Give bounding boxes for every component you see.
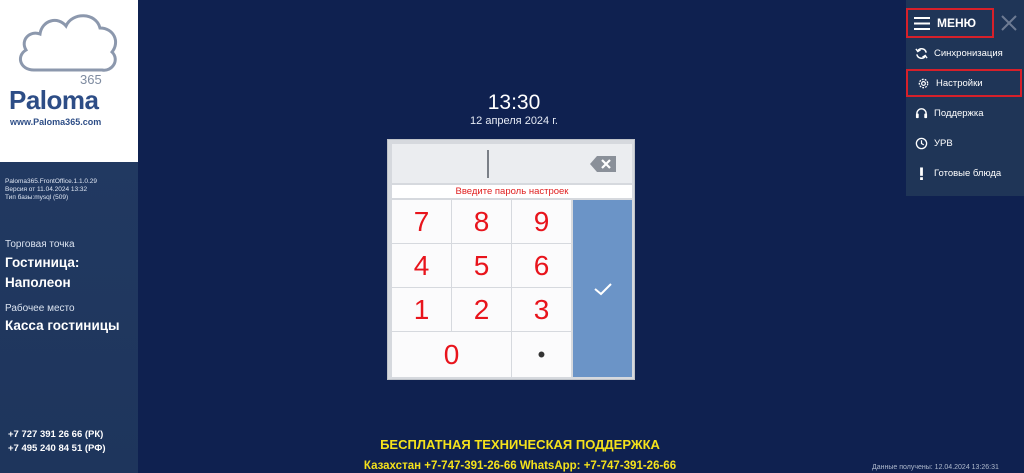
point-value: Гостиница: Наполеон [5,255,80,290]
sidebar: 365 Paloma www.Paloma365.com Paloma365.F… [0,0,138,473]
support-title: БЕСПЛАТНАЯ ТЕХНИЧЕСКАЯ ПОДДЕРЖКА [380,437,660,452]
support-phones: Казахстан +7-747-391-26-66 WhatsApp: +7-… [363,460,677,472]
menu-item-settings[interactable]: Настройки [906,69,1022,97]
phone-kz: +7 727 391 26 66 (РК) [8,429,104,440]
workplace-label: Рабочее место [5,303,75,314]
checkmark-icon [593,282,612,295]
password-hint: Введите пароль настроек [392,185,632,198]
menu-item-label: Готовые блюда [934,167,1002,179]
gear-icon [916,76,930,90]
point-label: Торговая точка [5,239,75,250]
password-keypad: Введите пароль настроек 7 8 9 4 5 6 1 2 … [387,139,635,380]
backspace-button[interactable] [574,144,632,183]
sync-icon [914,46,928,60]
headset-icon [914,106,928,120]
logo: 365 Paloma www.Paloma365.com [0,0,138,162]
menu-item-label: Поддержка [934,107,984,119]
menu-item-label: Синхронизация [934,47,1003,59]
key-5[interactable]: 5 [452,244,511,287]
clock-date: 12 апреля 2024 г. [470,115,558,127]
key-7[interactable]: 7 [392,200,451,243]
backspace-icon [590,155,616,172]
key-1[interactable]: 1 [392,288,451,331]
version-line: Тип базы:mysql (509) [5,194,69,201]
menu-item-label: УРВ [934,137,953,149]
key-8[interactable]: 8 [452,200,511,243]
key-3[interactable]: 3 [512,288,571,331]
workplace-value: Касса гостиницы [5,318,120,333]
confirm-button[interactable] [573,200,632,377]
key-6[interactable]: 6 [512,244,571,287]
menu-item-sync[interactable]: Синхронизация [906,39,1022,67]
phone-ru: +7 495 240 84 51 (РФ) [8,443,106,454]
password-input[interactable] [392,144,574,183]
version-info: Paloma365.FrontOffice.1.1.0.29 Версия от… [5,178,97,202]
logo-name: Paloma [9,85,99,115]
sync-timestamp: Данные получены: 12.04.2024 13:26:31 [872,464,999,471]
cloud-logo-icon [18,14,117,72]
close-icon [1001,15,1017,31]
version-line: Paloma365.FrontOffice.1.1.0.29 [5,178,98,185]
clock-icon [914,136,928,150]
exclamation-icon [914,166,928,180]
clock-time: 13:30 [487,91,541,114]
key-4[interactable]: 4 [392,244,451,287]
key-0[interactable]: 0 [392,332,511,377]
menu-item-support[interactable]: Поддержка [906,99,1022,127]
key-2[interactable]: 2 [452,288,511,331]
text-cursor [487,150,489,178]
hamburger-icon [914,16,930,30]
close-button[interactable] [1000,14,1018,37]
menu-title: МЕНЮ [937,16,977,30]
menu-button[interactable]: МЕНЮ [906,8,994,38]
menu-item-label: Настройки [936,77,983,89]
key-9[interactable]: 9 [512,200,571,243]
version-line: Версия от 11.04.2024 13:32 [5,186,88,193]
logo-url: www.Paloma365.com [10,117,102,127]
menu-item-urv[interactable]: УРВ [906,129,1022,157]
key-dot[interactable]: • [512,332,571,377]
menu-item-ready-dishes[interactable]: Готовые блюда [906,159,1022,187]
